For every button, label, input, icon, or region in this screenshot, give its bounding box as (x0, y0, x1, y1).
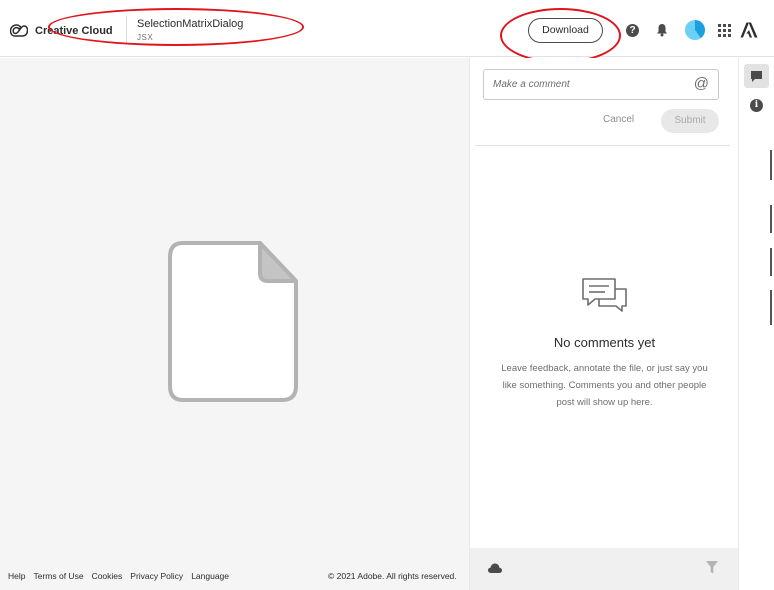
file-preview-area: Help Terms of Use Cookies Privacy Policy… (0, 58, 469, 590)
scrollbar-mark (770, 248, 772, 276)
panel-divider (475, 145, 730, 146)
comment-input[interactable]: Make a comment @ (483, 69, 719, 100)
apps-grid-icon[interactable] (718, 24, 731, 37)
file-type-label: JSX (137, 33, 154, 42)
help-icon[interactable]: ? (626, 24, 639, 37)
submit-button[interactable]: Submit (661, 109, 719, 133)
footer-links: Help Terms of Use Cookies Privacy Policy… (8, 571, 229, 581)
mention-icon[interactable]: @ (694, 75, 709, 92)
user-avatar[interactable] (685, 20, 705, 40)
file-title: SelectionMatrixDialog (137, 18, 244, 30)
comment-icon (751, 71, 762, 82)
app-header: Creative Cloud SelectionMatrixDialog JSX… (0, 0, 774, 63)
cloud-icon[interactable] (488, 563, 502, 573)
empty-state-text: Leave feedback, annotate the file, or ju… (501, 363, 708, 408)
info-icon[interactable]: i (750, 99, 763, 112)
footer-link-language[interactable]: Language (191, 571, 229, 581)
footer-link-terms[interactable]: Terms of Use (33, 571, 83, 581)
header-divider (126, 16, 127, 44)
footer-link-cookies[interactable]: Cookies (92, 571, 123, 581)
cancel-button[interactable]: Cancel (603, 114, 634, 125)
scrollbar-mark (770, 150, 772, 180)
adobe-logo-icon[interactable] (740, 22, 758, 38)
empty-state-title: No comments yet (553, 335, 656, 350)
creative-cloud-logo-icon[interactable] (10, 23, 28, 37)
copyright-text: © 2021 Adobe. All rights reserved. (328, 571, 457, 581)
footer-link-privacy[interactable]: Privacy Policy (130, 571, 183, 581)
scrollbar-mark (770, 290, 772, 325)
bell-icon[interactable] (656, 23, 668, 37)
scrollbar-mark (770, 205, 772, 233)
footer-link-help[interactable]: Help (8, 571, 25, 581)
footer: Help Terms of Use Cookies Privacy Policy… (0, 568, 469, 590)
brand-name[interactable]: Creative Cloud (35, 25, 113, 37)
filter-icon[interactable] (706, 561, 718, 574)
download-button[interactable]: Download (528, 18, 603, 43)
chat-bubbles-icon (582, 278, 627, 312)
comments-panel: Make a comment @ Cancel Submit No commen… (469, 58, 738, 590)
comment-placeholder: Make a comment (493, 79, 570, 90)
panel-toolbar (470, 548, 738, 590)
right-rail: i (738, 58, 774, 590)
comments-tab-button[interactable] (744, 64, 769, 88)
generic-file-icon (168, 241, 298, 402)
